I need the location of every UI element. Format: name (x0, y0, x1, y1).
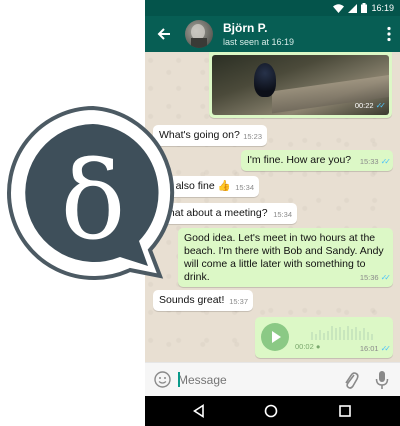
message-time: 16:01 ✓✓ (359, 344, 392, 353)
voice-duration: 00:02 ● (295, 342, 321, 351)
read-ticks-icon: ✓✓ (380, 157, 392, 166)
nav-back-icon[interactable] (192, 404, 206, 418)
attach-icon[interactable] (343, 370, 359, 390)
message-time: 15:34 (235, 183, 254, 192)
nav-recent-icon[interactable] (339, 405, 351, 417)
signal-icon (348, 3, 358, 13)
contact-name[interactable]: Björn P. (223, 21, 267, 35)
screen: 16:19 Björn P. last seen at 16:19 00:22 ✓… (0, 0, 400, 426)
text-caret (178, 372, 180, 387)
emoji-icon[interactable] (154, 371, 171, 388)
image-message-time: 00:22 ✓✓ (354, 101, 387, 110)
message-time: 15:34 (273, 210, 292, 219)
battery-icon (361, 3, 368, 13)
voice-message[interactable]: 00:02 ● 16:01 ✓✓ (255, 317, 393, 358)
message-time: 15:23 (243, 132, 262, 141)
chat-header: Björn P. last seen at 16:19 (145, 16, 400, 52)
app-logo: δ (7, 105, 175, 280)
message-text: I'm fine. How are you? (247, 154, 352, 166)
message-bubble-out[interactable]: I'm fine. How are you? 15:33 ✓✓ (241, 150, 393, 171)
read-ticks-icon: ✓✓ (380, 344, 392, 353)
compose-bar (145, 362, 400, 396)
arrow-back-icon[interactable] (155, 25, 173, 43)
status-bar: 16:19 (145, 0, 400, 16)
message-bubble-out[interactable]: Good idea. Let's meet in two hours at th… (178, 228, 393, 287)
message-bubble-in[interactable]: Sounds great! 15:37 (153, 290, 253, 311)
message-time: 15:37 (229, 297, 248, 306)
play-button[interactable] (261, 323, 289, 351)
logo-glyph: δ (60, 139, 125, 264)
message-text: Good idea. Let's meet in two hours at th… (184, 232, 384, 283)
message-time: 15:33 ✓✓ (359, 157, 392, 166)
message-text: Sounds great! (159, 294, 225, 306)
read-ticks-icon: ✓✓ (375, 101, 387, 110)
read-ticks-icon: ✓✓ (380, 273, 392, 282)
status-time: 16:19 (371, 3, 394, 13)
system-navigation-bar (145, 396, 400, 426)
image-message[interactable]: 00:22 ✓✓ (209, 52, 392, 118)
avatar[interactable] (185, 20, 213, 48)
message-input[interactable] (178, 371, 328, 389)
wifi-icon (333, 3, 345, 13)
more-vert-icon[interactable] (386, 26, 392, 42)
message-time: 15:36 ✓✓ (359, 273, 392, 282)
voice-waveform (311, 326, 373, 340)
nav-home-icon[interactable] (264, 404, 278, 418)
last-seen-status: last seen at 16:19 (223, 37, 295, 47)
mic-icon[interactable] (375, 370, 389, 390)
image-thumbnail[interactable]: 00:22 ✓✓ (212, 55, 389, 115)
